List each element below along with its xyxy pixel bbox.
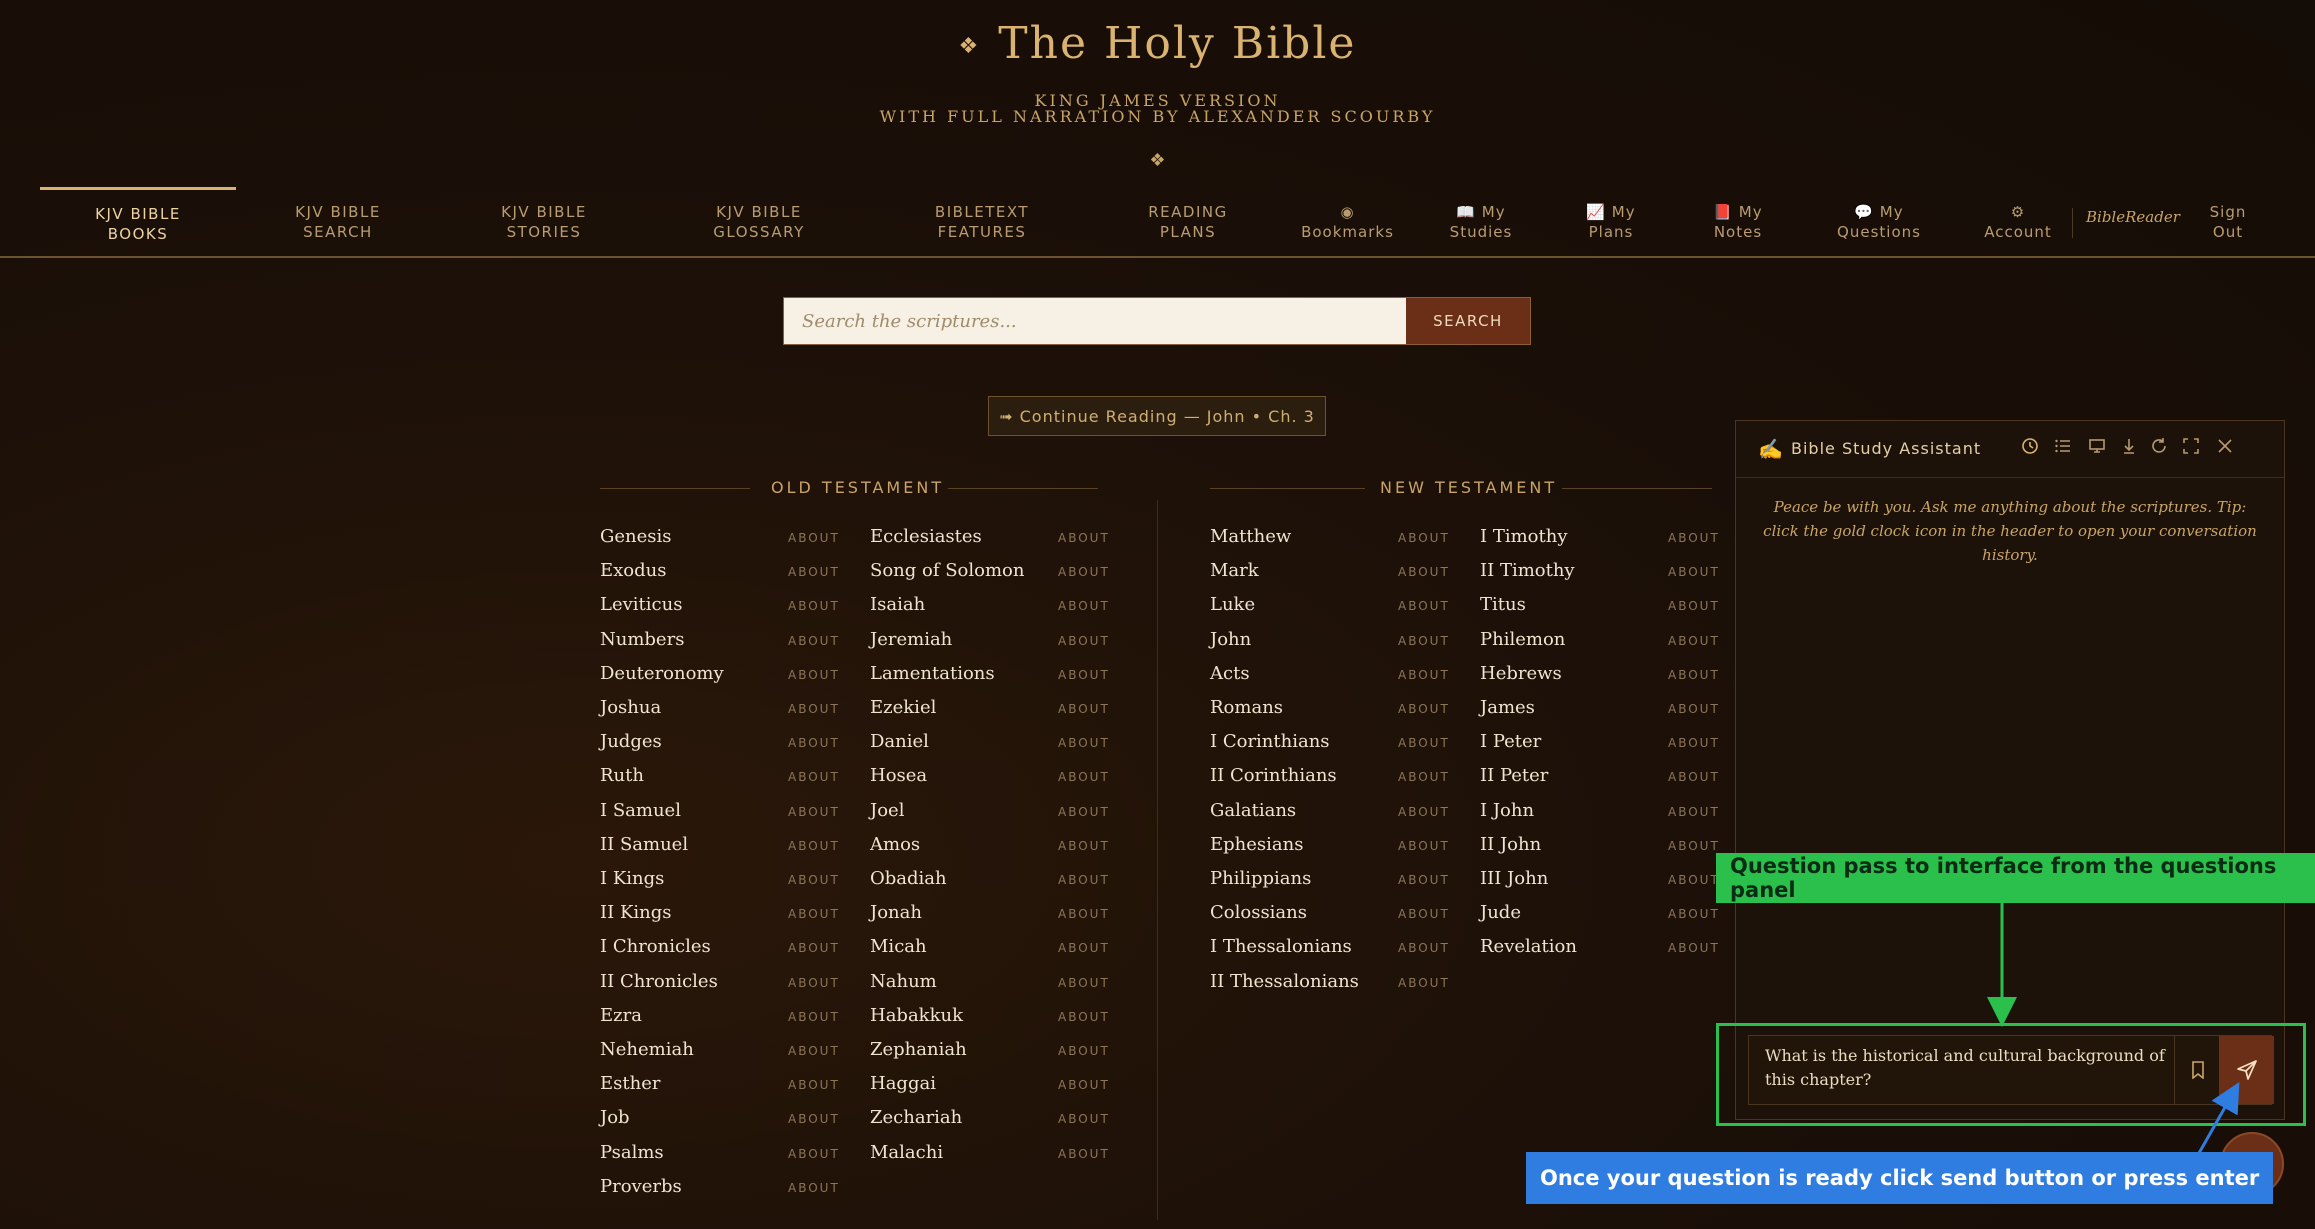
- blue-arrow: [2184, 1081, 2240, 1177]
- annotation-arrows: [1987, 903, 2240, 1177]
